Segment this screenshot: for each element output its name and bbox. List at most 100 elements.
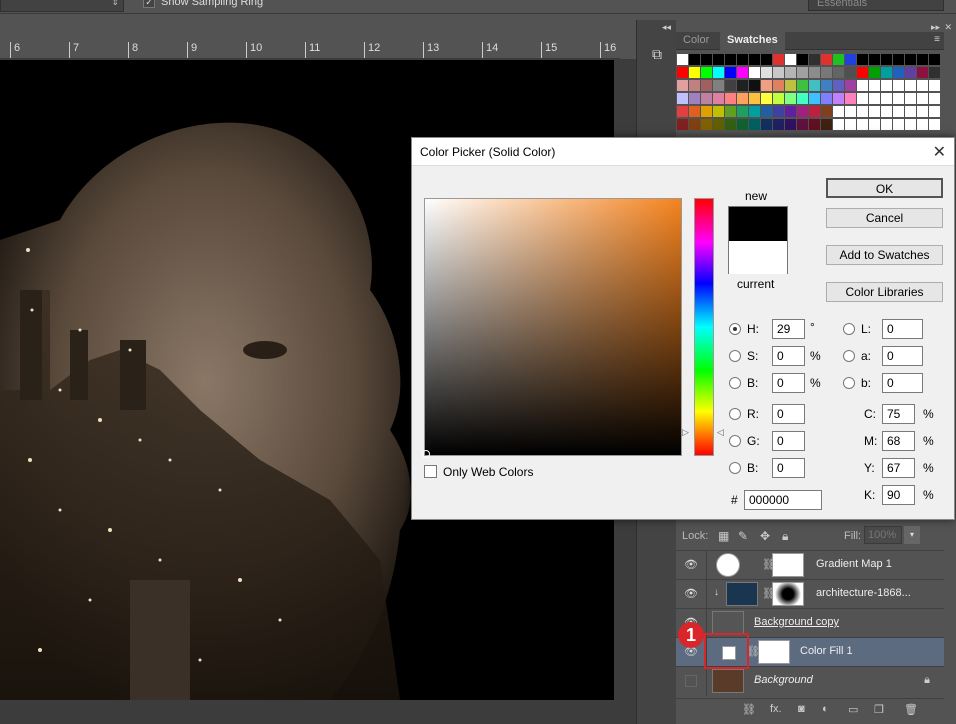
- green-input[interactable]: 0: [772, 431, 805, 451]
- color-swatch[interactable]: [749, 93, 760, 104]
- lock-all-icon[interactable]: 🔒︎: [782, 529, 788, 544]
- fill-dropdown-arrow-icon[interactable]: ▾: [904, 526, 920, 544]
- color-swatch[interactable]: [737, 80, 748, 91]
- color-swatch[interactable]: [869, 67, 880, 78]
- tab-swatches[interactable]: Swatches: [720, 32, 785, 50]
- color-swatch[interactable]: [749, 106, 760, 117]
- show-sampling-ring-checkbox[interactable]: ✓: [143, 0, 155, 8]
- color-swatch[interactable]: [905, 67, 916, 78]
- current-color-swatch[interactable]: [729, 241, 787, 274]
- color-swatch[interactable]: [881, 106, 892, 117]
- color-swatch[interactable]: [905, 80, 916, 91]
- color-swatch[interactable]: [725, 106, 736, 117]
- lightness-radio[interactable]: [843, 323, 855, 335]
- color-swatch[interactable]: [773, 106, 784, 117]
- color-swatch[interactable]: [833, 67, 844, 78]
- color-swatch[interactable]: [677, 93, 688, 104]
- lock-paint-icon[interactable]: ✎: [738, 529, 748, 543]
- color-swatch[interactable]: [893, 119, 904, 130]
- tab-color[interactable]: Color: [676, 32, 716, 50]
- lock-transparent-icon[interactable]: ▦: [718, 529, 729, 543]
- hue-input[interactable]: 29: [772, 319, 805, 339]
- add-to-swatches-button[interactable]: Add to Swatches: [826, 245, 943, 265]
- color-swatch[interactable]: [749, 119, 760, 130]
- color-swatch[interactable]: [881, 119, 892, 130]
- color-swatch[interactable]: [881, 80, 892, 91]
- color-swatch[interactable]: [797, 67, 808, 78]
- hue-slider[interactable]: [694, 198, 714, 456]
- color-swatch[interactable]: [689, 106, 700, 117]
- color-swatch[interactable]: [773, 80, 784, 91]
- magenta-input[interactable]: 68: [882, 431, 915, 451]
- color-swatch[interactable]: [809, 80, 820, 91]
- black-input[interactable]: 90: [882, 485, 915, 505]
- color-swatch[interactable]: [893, 93, 904, 104]
- color-swatch[interactable]: [833, 106, 844, 117]
- layer-mask-thumbnail[interactable]: [772, 553, 804, 577]
- color-swatch[interactable]: [857, 54, 868, 65]
- color-swatch[interactable]: [785, 93, 796, 104]
- color-swatch[interactable]: [929, 119, 940, 130]
- color-swatch[interactable]: [845, 67, 856, 78]
- color-swatch[interactable]: [821, 67, 832, 78]
- close-icon[interactable]: ✕: [944, 22, 952, 33]
- color-swatch[interactable]: [893, 106, 904, 117]
- color-swatch[interactable]: [905, 119, 916, 130]
- blue-radio[interactable]: [729, 462, 741, 474]
- layer-name[interactable]: Background: [754, 674, 813, 686]
- color-swatch[interactable]: [845, 106, 856, 117]
- color-swatch[interactable]: [737, 54, 748, 65]
- color-swatch[interactable]: [821, 54, 832, 65]
- layer-name[interactable]: Color Fill 1: [800, 645, 853, 657]
- color-swatch[interactable]: [917, 93, 928, 104]
- color-swatch[interactable]: [833, 54, 844, 65]
- color-swatch[interactable]: [785, 67, 796, 78]
- ok-button[interactable]: OK: [826, 178, 943, 198]
- color-swatch[interactable]: [809, 67, 820, 78]
- color-swatch[interactable]: [701, 67, 712, 78]
- a-channel-input[interactable]: 0: [882, 346, 923, 366]
- color-swatch[interactable]: [893, 80, 904, 91]
- layer-mask-thumbnail[interactable]: [758, 640, 790, 664]
- color-swatch[interactable]: [845, 80, 856, 91]
- collapse-icon[interactable]: ◂◂: [662, 22, 671, 33]
- color-swatch[interactable]: [881, 93, 892, 104]
- layer-gradient-map-1[interactable]: 👁︎ ⛓ Gradient Map 1: [676, 550, 944, 580]
- color-swatch[interactable]: [857, 67, 868, 78]
- color-swatch[interactable]: [857, 80, 868, 91]
- color-swatch[interactable]: [737, 106, 748, 117]
- color-swatch[interactable]: [905, 93, 916, 104]
- color-swatch[interactable]: [869, 119, 880, 130]
- color-swatch[interactable]: [677, 106, 688, 117]
- workspace-switcher[interactable]: Essentials: [808, 0, 944, 11]
- color-swatch[interactable]: [881, 54, 892, 65]
- layer-thumbnail[interactable]: [726, 582, 758, 606]
- color-swatch[interactable]: [677, 80, 688, 91]
- color-swatch[interactable]: [917, 80, 928, 91]
- color-swatch[interactable]: [749, 67, 760, 78]
- color-swatch[interactable]: [821, 80, 832, 91]
- color-swatch[interactable]: [713, 106, 724, 117]
- layer-mask-thumbnail[interactable]: [772, 582, 804, 606]
- color-swatch[interactable]: [833, 93, 844, 104]
- color-swatch[interactable]: [701, 119, 712, 130]
- color-swatch[interactable]: [689, 80, 700, 91]
- panel-menu-icon[interactable]: ≡: [934, 34, 940, 45]
- color-swatch[interactable]: [785, 119, 796, 130]
- color-swatch[interactable]: [905, 54, 916, 65]
- blue-input[interactable]: 0: [772, 458, 805, 478]
- saturation-input[interactable]: 0: [772, 346, 805, 366]
- color-swatch[interactable]: [701, 80, 712, 91]
- cancel-button[interactable]: Cancel: [826, 208, 943, 228]
- color-swatch[interactable]: [749, 80, 760, 91]
- color-swatch[interactable]: [809, 106, 820, 117]
- color-swatch[interactable]: [689, 54, 700, 65]
- color-swatch[interactable]: [737, 93, 748, 104]
- color-swatch[interactable]: [677, 67, 688, 78]
- layer-thumbnail[interactable]: [712, 669, 744, 693]
- color-swatch[interactable]: [857, 119, 868, 130]
- hue-slider-left-arrow-icon[interactable]: ▷: [682, 427, 689, 438]
- color-swatch[interactable]: [821, 93, 832, 104]
- color-swatch[interactable]: [689, 119, 700, 130]
- a-channel-radio[interactable]: [843, 350, 855, 362]
